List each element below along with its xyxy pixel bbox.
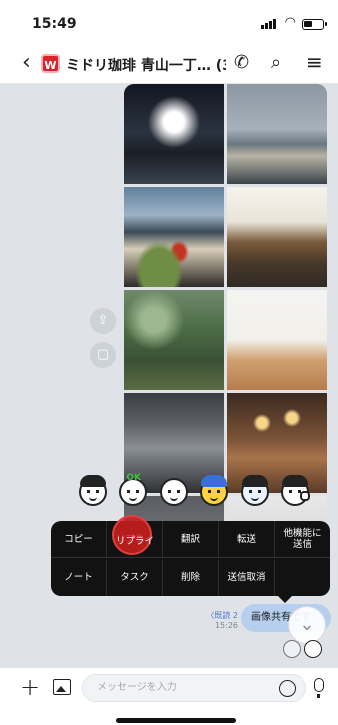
photo-forest[interactable]	[124, 290, 224, 390]
status-bar: 15:49 ◠	[0, 0, 338, 44]
react-thumbs-up[interactable]	[278, 473, 311, 509]
photo-food-table[interactable]	[124, 187, 224, 287]
menu-item-task[interactable]: タスク	[107, 559, 163, 596]
react-surprised[interactable]	[76, 473, 109, 509]
menu-pointer	[278, 596, 292, 603]
mic-icon[interactable]	[314, 678, 324, 698]
menu-item-forward[interactable]: 転送	[219, 521, 275, 557]
menu-icon[interactable]: ≡	[306, 50, 323, 74]
signal-icon	[261, 19, 276, 29]
chat-title[interactable]: ミドリ珈琲 青山一丁… (3)	[66, 55, 226, 75]
menu-item-reply-label[interactable]: リプライ	[107, 521, 163, 558]
scroll-down-button[interactable]: ⌄	[288, 606, 326, 644]
photo-album[interactable]	[124, 84, 327, 596]
save-icon[interactable]: ▢	[90, 342, 116, 368]
battery-icon	[302, 19, 327, 30]
menu-item-note[interactable]: ノート	[51, 559, 107, 596]
photo-cafe-interior[interactable]	[227, 187, 327, 287]
photo-night-building[interactable]	[124, 84, 224, 184]
menu-item-send-to-other[interactable]: 他機能に 送信	[275, 521, 330, 557]
photo-gallery-room[interactable]	[227, 290, 327, 390]
photo-city-skyline[interactable]	[227, 84, 327, 184]
context-menu: コピー リプライ 翻訳 転送 他機能に 送信 ノート タスク 削除 送信取消	[51, 521, 330, 596]
react-happy[interactable]	[197, 473, 230, 509]
ok-label: OK	[126, 473, 142, 483]
chat-header: ‹ W ミドリ珈琲 青山一丁… (3) ✆ ⌕ ≡	[0, 44, 338, 84]
image-icon[interactable]	[53, 679, 71, 695]
menu-row-2: ノート タスク 削除 送信取消	[51, 559, 330, 596]
phone-icon[interactable]: ✆	[234, 52, 249, 73]
react-clap[interactable]	[157, 473, 190, 509]
message-input[interactable]: メッセージを入力	[82, 674, 306, 702]
group-logo[interactable]: W	[41, 54, 60, 73]
share-icon[interactable]: ⇪	[90, 308, 116, 334]
wifi-icon: ◠	[284, 15, 296, 30]
read-receipt: 〈既読 2 15:26	[198, 611, 238, 631]
react-sad[interactable]	[238, 473, 271, 509]
menu-item-translate[interactable]: 翻訳	[163, 521, 219, 557]
reaction-bar: OK	[76, 473, 311, 513]
read-label: 既読 2	[214, 611, 238, 620]
menu-item-empty	[275, 559, 330, 596]
menu-item-copy[interactable]: コピー	[51, 521, 107, 557]
emoji-icon[interactable]	[279, 680, 296, 697]
menu-item-unsend[interactable]: 送信取消	[219, 559, 275, 596]
reaction-sticker-icon[interactable]	[304, 640, 322, 658]
menu-item-delete[interactable]: 削除	[163, 559, 219, 596]
menu-row-1: コピー リプライ 翻訳 転送 他機能に 送信	[51, 521, 330, 558]
search-icon[interactable]: ⌕	[271, 52, 281, 73]
react-ok[interactable]: OK	[116, 473, 149, 509]
plus-icon[interactable]: +	[20, 673, 40, 701]
status-time: 15:49	[32, 16, 77, 32]
reaction-add-icon[interactable]	[283, 640, 301, 658]
home-indicator	[116, 718, 236, 723]
input-bar: + メッセージを入力	[0, 668, 338, 708]
back-chevron-icon[interactable]: ‹	[22, 50, 31, 75]
message-time: 15:26	[214, 621, 238, 630]
